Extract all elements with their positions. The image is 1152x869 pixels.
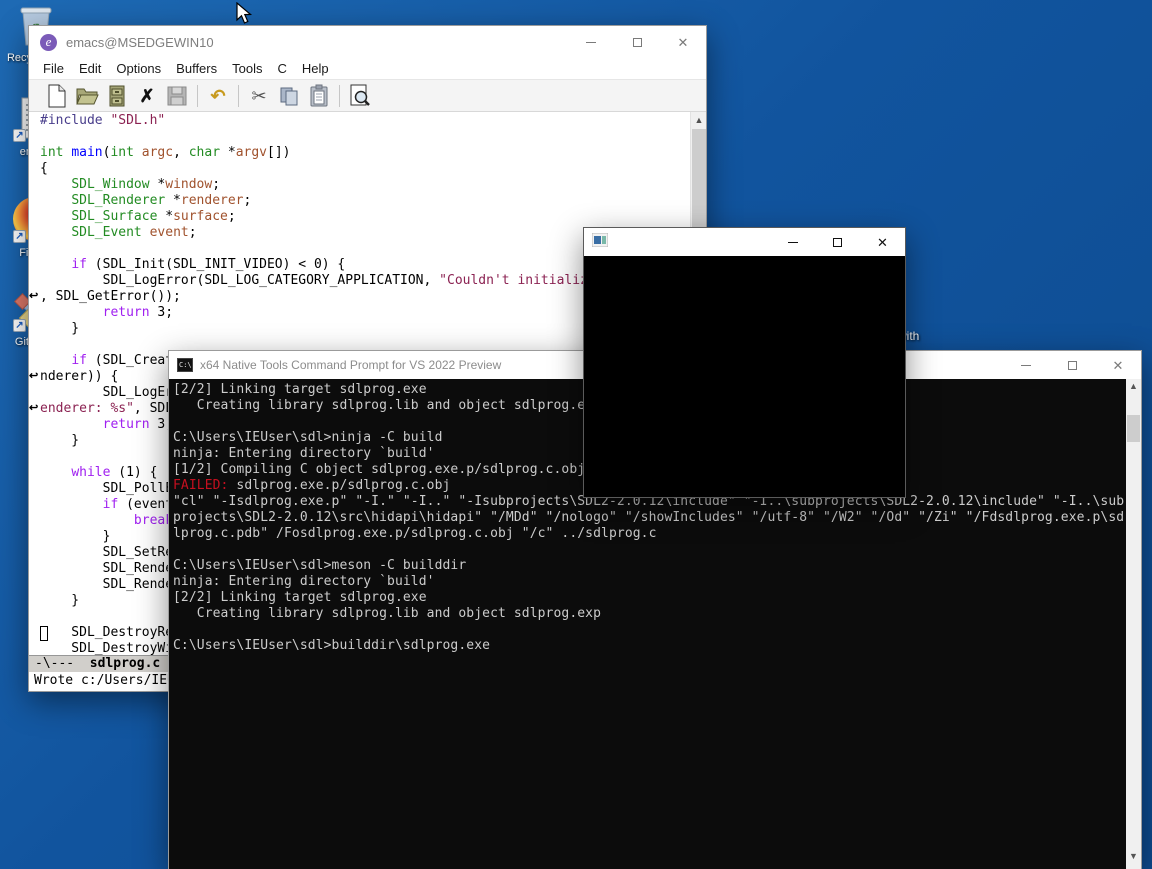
code-row: SDL_Window *window; bbox=[40, 177, 690, 193]
modeline-buffer-name: sdlprog.c bbox=[90, 656, 160, 671]
toolbar-separator bbox=[339, 85, 340, 107]
console-line: Creating library sdlprog.lib and object … bbox=[173, 606, 1125, 622]
kill-buffer-icon[interactable]: ✗ bbox=[132, 83, 162, 109]
code-row: SDL_Surface *surface; bbox=[40, 209, 690, 225]
shortcut-arrow-icon: ↗ bbox=[13, 129, 26, 142]
minimize-button[interactable] bbox=[770, 228, 815, 256]
scroll-down-icon[interactable]: ▼ bbox=[1126, 849, 1141, 865]
modeline-prefix: -\--- bbox=[35, 656, 90, 671]
code-row: #include "SDL.h" bbox=[40, 113, 690, 129]
close-button[interactable]: ✕ bbox=[860, 228, 905, 256]
cut-icon[interactable]: ✂ bbox=[244, 83, 274, 109]
console-line: lprog.c.pdb" /Fosdlprog.exe.p/sdlprog.c.… bbox=[173, 526, 1125, 542]
menu-item-help[interactable]: Help bbox=[302, 61, 329, 76]
emacs-titlebar[interactable]: e emacs@MSEDGEWIN10 ✕ bbox=[29, 26, 706, 58]
toolbar-separator bbox=[197, 85, 198, 107]
paste-icon[interactable] bbox=[304, 83, 334, 109]
save-icon[interactable] bbox=[162, 83, 192, 109]
sdl-app-icon bbox=[592, 233, 608, 252]
menu-item-buffers[interactable]: Buffers bbox=[176, 61, 217, 76]
sdl-titlebar[interactable]: ✕ bbox=[584, 228, 905, 256]
sdl-window: ✕ bbox=[583, 227, 906, 498]
minimize-button[interactable] bbox=[568, 26, 614, 58]
sdl-render-canvas[interactable] bbox=[584, 256, 905, 497]
cmd-window-title: x64 Native Tools Command Prompt for VS 2… bbox=[200, 358, 501, 372]
line-wrap-icon: ↩ bbox=[29, 289, 40, 303]
line-wrap-icon: ↩ bbox=[29, 369, 40, 383]
cmd-scrollbar[interactable]: ▲ ▼ bbox=[1126, 379, 1141, 869]
menu-item-options[interactable]: Options bbox=[116, 61, 161, 76]
shortcut-arrow-icon: ↗ bbox=[13, 230, 26, 243]
copy-icon[interactable] bbox=[274, 83, 304, 109]
console-line bbox=[173, 622, 1125, 638]
emacs-window-title: emacs@MSEDGEWIN10 bbox=[66, 35, 214, 50]
cmd-scroll-thumb[interactable] bbox=[1127, 415, 1140, 442]
open-folder-icon[interactable] bbox=[72, 83, 102, 109]
emacs-menubar: File Edit Options Buffers Tools C Help bbox=[29, 58, 706, 79]
cmd-app-icon: C:\ bbox=[177, 358, 193, 372]
new-file-icon[interactable] bbox=[42, 83, 72, 109]
emacs-toolbar: ✗ ↶ ✂ bbox=[29, 79, 706, 112]
code-row: { bbox=[40, 161, 690, 177]
console-line: [2/2] Linking target sdlprog.exe bbox=[173, 590, 1125, 606]
emacs-fringe: ↩ ↩ ↩ bbox=[29, 112, 40, 655]
close-button[interactable]: ✕ bbox=[1095, 351, 1141, 379]
menu-item-tools[interactable]: Tools bbox=[232, 61, 262, 76]
code-row: SDL_Renderer *renderer; bbox=[40, 193, 690, 209]
line-wrap-icon: ↩ bbox=[29, 401, 40, 415]
file-cabinet-icon[interactable] bbox=[102, 83, 132, 109]
console-line: C:\Users\IEUser\sdl>builddir\sdlprog.exe bbox=[173, 638, 1125, 654]
menu-item-file[interactable]: File bbox=[43, 61, 64, 76]
scroll-up-icon[interactable]: ▲ bbox=[1126, 379, 1141, 395]
menu-item-c[interactable]: C bbox=[277, 61, 286, 76]
close-button[interactable]: ✕ bbox=[660, 26, 706, 58]
emacs-app-icon: e bbox=[40, 34, 57, 51]
undo-icon[interactable]: ↶ bbox=[203, 83, 233, 109]
maximize-button[interactable] bbox=[614, 26, 660, 58]
maximize-button[interactable] bbox=[815, 228, 860, 256]
console-line: ninja: Entering directory `build' bbox=[173, 574, 1125, 590]
mouse-cursor bbox=[236, 2, 254, 31]
code-row bbox=[40, 129, 690, 145]
code-row: int main(int argc, char *argv[]) bbox=[40, 145, 690, 161]
search-icon[interactable] bbox=[345, 83, 375, 109]
console-line: projects\SDL2-2.0.12\src\hidapi\hidapi" … bbox=[173, 510, 1125, 526]
minimize-button[interactable] bbox=[1003, 351, 1049, 379]
shortcut-arrow-icon: ↗ bbox=[13, 319, 26, 332]
console-line: C:\Users\IEUser\sdl>meson -C builddir bbox=[173, 558, 1125, 574]
console-line bbox=[173, 542, 1125, 558]
emacs-hollow-cursor bbox=[40, 626, 48, 641]
maximize-button[interactable] bbox=[1049, 351, 1095, 379]
menu-item-edit[interactable]: Edit bbox=[79, 61, 101, 76]
toolbar-separator bbox=[238, 85, 239, 107]
scroll-up-icon[interactable]: ▲ bbox=[691, 112, 706, 128]
